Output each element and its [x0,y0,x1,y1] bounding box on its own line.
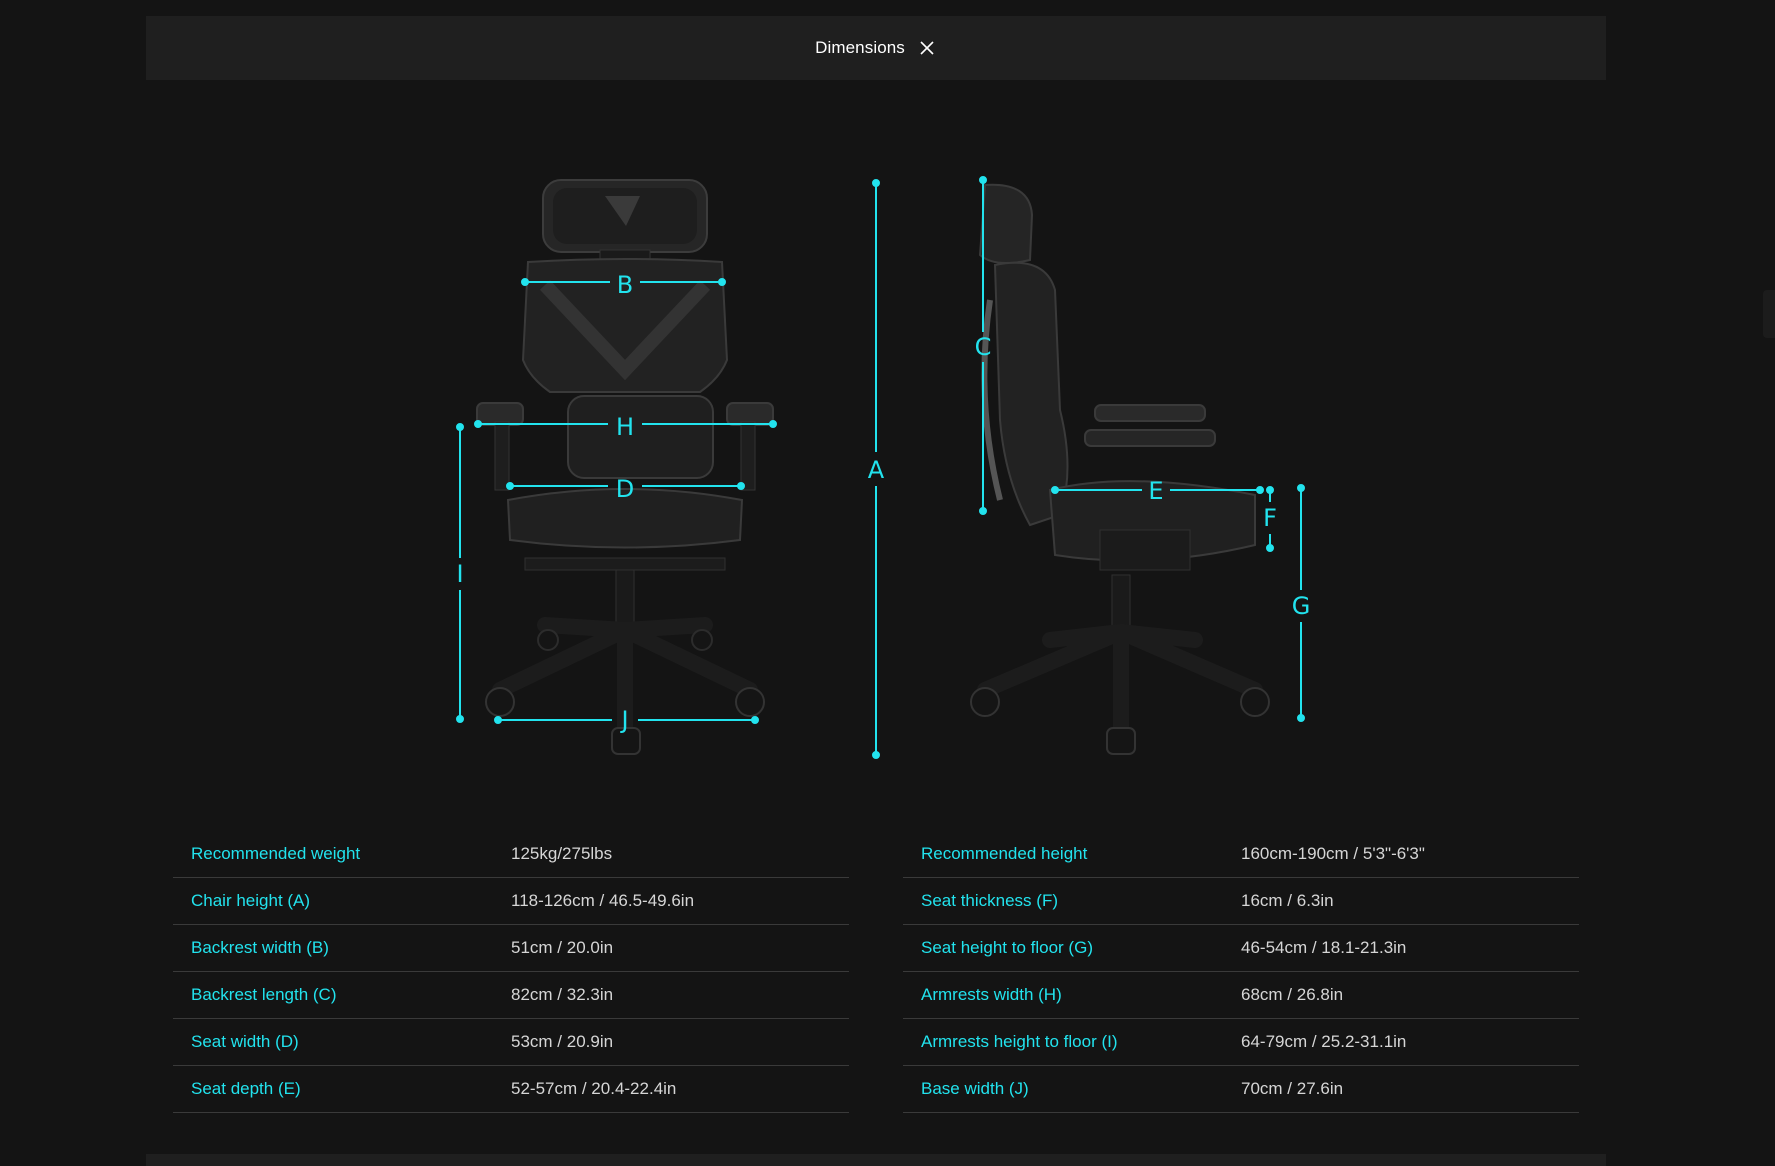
dimension-label-j: J [619,706,628,734]
spec-label: Seat depth (E) [191,1079,301,1098]
spec-row: Armrests width (H) 68cm / 26.8in [903,972,1579,1019]
spec-value: 52-57cm / 20.4-22.4in [511,1079,677,1098]
spec-value: 68cm / 26.8in [1241,985,1344,1004]
spec-row: Recommended weight 125kg/275lbs [173,831,849,878]
dimension-label-a: A [868,456,885,484]
dimension-label-g: G [1292,592,1311,620]
spec-value: 53cm / 20.9in [511,1032,614,1051]
dimension-label-b: B [617,271,633,299]
spec-label: Backrest length (C) [191,985,337,1004]
spec-row: Chair height (A) 118-126cm / 46.5-49.6in [173,878,849,925]
spec-row: Seat width (D) 53cm / 20.9in [173,1019,849,1066]
spec-value: 64-79cm / 25.2-31.1in [1241,1032,1407,1051]
specs-table-right: Recommended height 160cm-190cm / 5'3"-6'… [903,831,1579,1113]
chair-dimension-diagram: B H D I J A C E F G [456,176,1311,759]
spec-label: Armrests width (H) [921,985,1062,1004]
spec-label: Seat height to floor (G) [921,938,1093,957]
spec-value: 82cm / 32.3in [511,985,614,1004]
next-section-bar [146,1154,1606,1166]
dimension-label-h: H [616,413,634,441]
spec-label: Recommended weight [191,844,361,863]
spec-label: Recommended height [921,844,1088,863]
spec-label: Seat thickness (F) [921,891,1058,910]
spec-value: 51cm / 20.0in [511,938,614,957]
dimension-label-c: C [975,333,992,361]
spec-row: Seat depth (E) 52-57cm / 20.4-22.4in [173,1066,849,1113]
spec-label: Seat width (D) [191,1032,299,1051]
spec-row: Backrest length (C) 82cm / 32.3in [173,972,849,1019]
spec-row: Armrests height to floor (I) 64-79cm / 2… [903,1019,1579,1066]
spec-row: Backrest width (B) 51cm / 20.0in [173,925,849,972]
spec-label: Base width (J) [921,1079,1029,1098]
spec-label: Armrests height to floor (I) [921,1032,1118,1051]
dimension-label-f: F [1263,504,1277,532]
spec-value: 70cm / 27.6in [1241,1079,1344,1098]
dimensions-modal: Dimensions B H D I J A C E F G Recommend… [0,0,1775,1166]
spec-row: Seat thickness (F) 16cm / 6.3in [903,878,1579,925]
spec-label: Chair height (A) [191,891,311,910]
spec-value: 125kg/275lbs [511,844,613,863]
chair-front-view [476,179,774,755]
dimension-label-e: E [1148,477,1163,505]
spec-value: 16cm / 6.3in [1241,891,1334,910]
spec-row: Base width (J) 70cm / 27.6in [903,1066,1579,1113]
spec-value: 160cm-190cm / 5'3"-6'3" [1241,844,1425,863]
spec-value: 118-126cm / 46.5-49.6in [511,891,695,910]
spec-row: Recommended height 160cm-190cm / 5'3"-6'… [903,831,1579,878]
specs-table-left: Recommended weight 125kg/275lbs Chair he… [173,831,849,1113]
chair-side-view [970,183,1270,755]
spec-row: Seat height to floor (G) 46-54cm / 18.1-… [903,925,1579,972]
spec-label: Backrest width (B) [191,938,329,957]
dimension-label-d: D [616,475,634,503]
spec-value: 46-54cm / 18.1-21.3in [1241,938,1407,957]
dimension-label-i: I [456,560,463,588]
